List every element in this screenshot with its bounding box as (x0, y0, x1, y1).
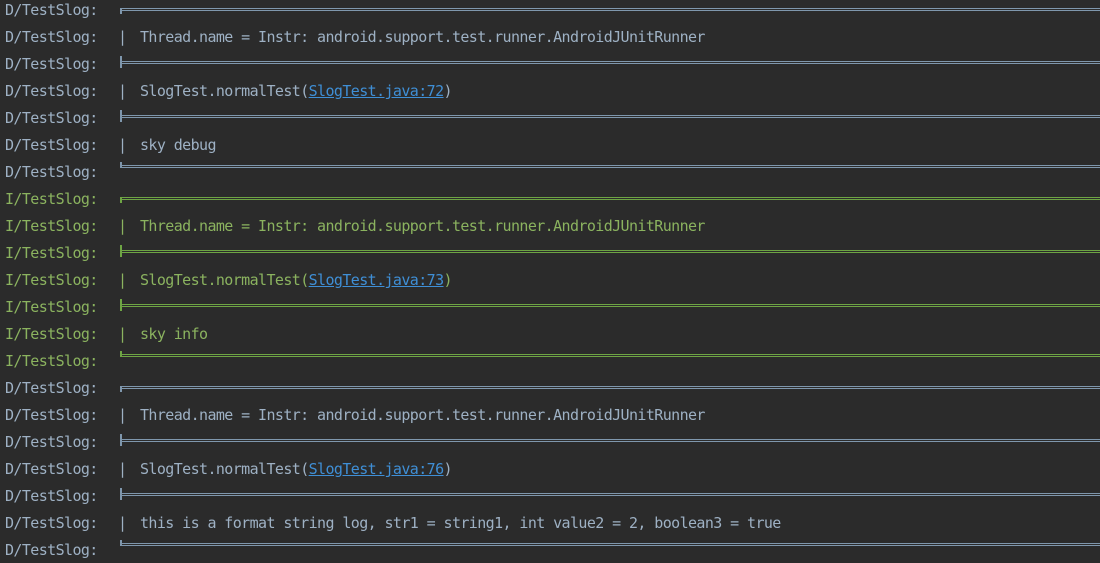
log-line: D/TestSlog: (0, 108, 1100, 135)
log-tag: I/TestSlog: (5, 271, 98, 289)
log-tag: D/TestSlog: (5, 379, 98, 397)
log-line: I/TestSlog: (0, 351, 1100, 378)
log-message: this is a format string log, str1 = stri… (140, 510, 781, 537)
box-border-line (121, 354, 1100, 357)
log-message: Thread.name = Instr: android.support.tes… (140, 24, 705, 51)
log-tag: D/TestSlog: (5, 487, 98, 505)
source-file-link[interactable]: SlogTest.java:73 (309, 271, 445, 289)
box-border-line (121, 543, 1100, 546)
log-tag: I/TestSlog: (5, 190, 98, 208)
log-line: D/TestSlog: | SlogTest.normalTest(SlogTest… (0, 459, 1100, 486)
box-side-bar: | (118, 82, 127, 100)
log-message-text: SlogTest.normalTest (140, 460, 301, 478)
box-side-bar: | (118, 271, 127, 289)
log-message-text: SlogTest.normalTest (140, 271, 301, 289)
box-side-bar: | (118, 325, 127, 343)
log-tag: D/TestSlog: (5, 109, 98, 127)
box-side-bar: | (118, 136, 127, 154)
log-line: D/TestSlog: (0, 162, 1100, 189)
log-line: D/TestSlog: | Thread.name = Instr: android… (0, 27, 1100, 54)
log-line: D/TestSlog: | this is a format string log,… (0, 513, 1100, 540)
log-message: Thread.name = Instr: android.support.tes… (140, 213, 705, 240)
log-message-text: Thread.name = Instr: android.support.tes… (140, 28, 705, 46)
logcat-output: D/TestSlog: D/TestSlog: | Thread.name = Ins… (0, 0, 1100, 563)
paren-close: ) (443, 82, 453, 100)
log-message: SlogTest.normalTest(SlogTest.java:73) (140, 267, 453, 294)
log-line: I/TestSlog: | Thread.name = Instr: android… (0, 216, 1100, 243)
log-line: D/TestSlog: | SlogTest.normalTest(SlogTest… (0, 81, 1100, 108)
paren-open: ( (300, 460, 309, 478)
log-tag: D/TestSlog: (5, 82, 98, 100)
log-line: I/TestSlog: (0, 297, 1100, 324)
source-file-link[interactable]: SlogTest.java:76 (309, 460, 445, 478)
log-tag: D/TestSlog: (5, 433, 98, 451)
log-tag: D/TestSlog: (5, 55, 98, 73)
log-message: sky info (140, 321, 208, 348)
box-side-bar: | (118, 460, 127, 478)
box-side-bar: | (118, 28, 127, 46)
log-tag: I/TestSlog: (5, 298, 98, 316)
log-message: Thread.name = Instr: android.support.tes… (140, 402, 705, 429)
log-line: I/TestSlog: (0, 243, 1100, 270)
log-message-text: this is a format string log, str1 = stri… (140, 514, 781, 532)
log-tag: I/TestSlog: (5, 244, 98, 262)
log-message-text: sky info (140, 325, 208, 343)
paren-close: ) (443, 271, 453, 289)
box-border-line (121, 493, 1100, 496)
log-message: SlogTest.normalTest(SlogTest.java:72) (140, 78, 453, 105)
log-tag: D/TestSlog: (5, 1, 98, 19)
log-line: D/TestSlog: (0, 378, 1100, 405)
box-border-line (121, 250, 1100, 253)
log-message-text: Thread.name = Instr: android.support.tes… (140, 406, 705, 424)
log-line: D/TestSlog: | sky debug (0, 135, 1100, 162)
log-line: I/TestSlog: | SlogTest.normalTest(SlogTest… (0, 270, 1100, 297)
box-border-line (121, 386, 1100, 389)
box-side-bar: | (118, 514, 127, 532)
box-side-bar: | (118, 406, 127, 424)
source-file-link[interactable]: SlogTest.java:72 (309, 82, 445, 100)
box-border-line (121, 115, 1100, 118)
box-border-line (121, 8, 1100, 11)
log-line: D/TestSlog: | Thread.name = Instr: android… (0, 405, 1100, 432)
box-side-bar: | (118, 217, 127, 235)
box-border-line (121, 165, 1100, 168)
log-tag: D/TestSlog: (5, 541, 98, 559)
log-tag: D/TestSlog: (5, 460, 98, 478)
log-line: I/TestSlog: | sky info (0, 324, 1100, 351)
log-message-text: SlogTest.normalTest (140, 82, 301, 100)
log-line: D/TestSlog: (0, 0, 1100, 27)
log-tag: D/TestSlog: (5, 514, 98, 532)
log-line: D/TestSlog: (0, 54, 1100, 81)
log-line: D/TestSlog: (0, 540, 1100, 563)
box-border-line (121, 197, 1100, 200)
log-message-text: sky debug (140, 136, 216, 154)
log-tag: D/TestSlog: (5, 28, 98, 46)
log-line: D/TestSlog: (0, 486, 1100, 513)
log-tag: D/TestSlog: (5, 136, 98, 154)
log-tag: I/TestSlog: (5, 352, 98, 370)
paren-open: ( (300, 82, 309, 100)
log-tag: I/TestSlog: (5, 325, 98, 343)
paren-close: ) (443, 460, 453, 478)
log-line: D/TestSlog: (0, 432, 1100, 459)
box-border-line (121, 304, 1100, 307)
log-line: I/TestSlog: (0, 189, 1100, 216)
log-message: sky debug (140, 132, 216, 159)
box-border-line (121, 61, 1100, 64)
log-message: SlogTest.normalTest(SlogTest.java:76) (140, 456, 453, 483)
log-tag: I/TestSlog: (5, 217, 98, 235)
box-border-line (121, 439, 1100, 442)
log-tag: D/TestSlog: (5, 163, 98, 181)
log-tag: D/TestSlog: (5, 406, 98, 424)
paren-open: ( (300, 271, 309, 289)
log-message-text: Thread.name = Instr: android.support.tes… (140, 217, 705, 235)
